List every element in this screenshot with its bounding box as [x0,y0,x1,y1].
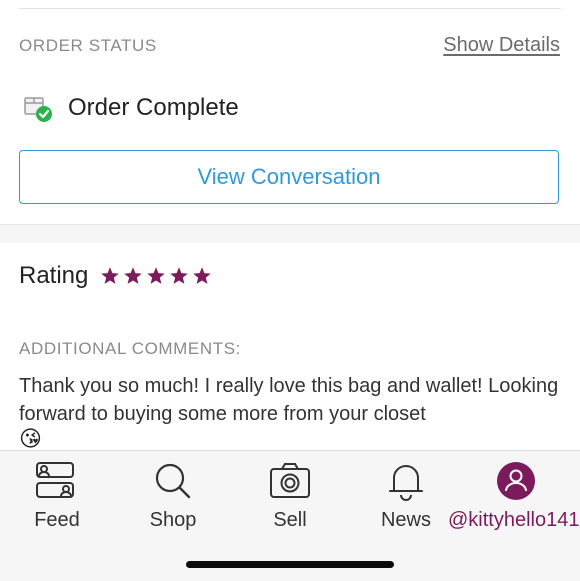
order-status-row: Order Complete [22,90,239,126]
rating-row: Rating [19,262,215,290]
tab-label: Shop [149,509,197,531]
package-check-icon [22,92,54,124]
star-icon [101,267,120,284]
additional-comments-label: ADDITIONAL COMMENTS: [19,339,241,358]
tab-profile[interactable]: @kittyhello141 [448,459,579,532]
search-icon [118,459,228,503]
kiss-emoji-icon: 😘 [19,426,42,451]
top-divider [19,8,561,9]
avatar-icon [454,459,578,503]
star-icon [170,267,189,284]
tab-shop[interactable]: Shop [118,459,228,532]
order-status-label: ORDER STATUS [19,36,157,55]
tab-label: Feed [34,509,80,531]
bell-icon [351,459,461,503]
rating-label: Rating [19,262,89,289]
star-icon [147,267,166,284]
order-status-text: Order Complete [68,94,239,121]
tab-label: News [380,509,431,531]
tab-feed[interactable]: Feed [2,459,112,532]
camera-icon [235,459,345,503]
tab-sell[interactable]: Sell [235,459,345,532]
show-details-link[interactable]: Show Details [443,34,560,57]
tab-label: Sell [273,509,307,531]
rating-stars [100,266,215,286]
feed-icon [2,459,112,503]
star-icon [193,267,212,284]
view-conversation-button[interactable]: View Conversation [19,150,559,204]
home-indicator [186,561,394,568]
tab-news[interactable]: News [351,459,461,532]
section-separator [0,224,580,243]
bottom-tab-bar: Feed Shop Sell News @kittyhello141 [0,450,580,581]
star-icon [124,267,143,284]
tab-label: @kittyhello141 [448,509,580,531]
comment-text: Thank you so much! I really love this ba… [19,375,559,425]
